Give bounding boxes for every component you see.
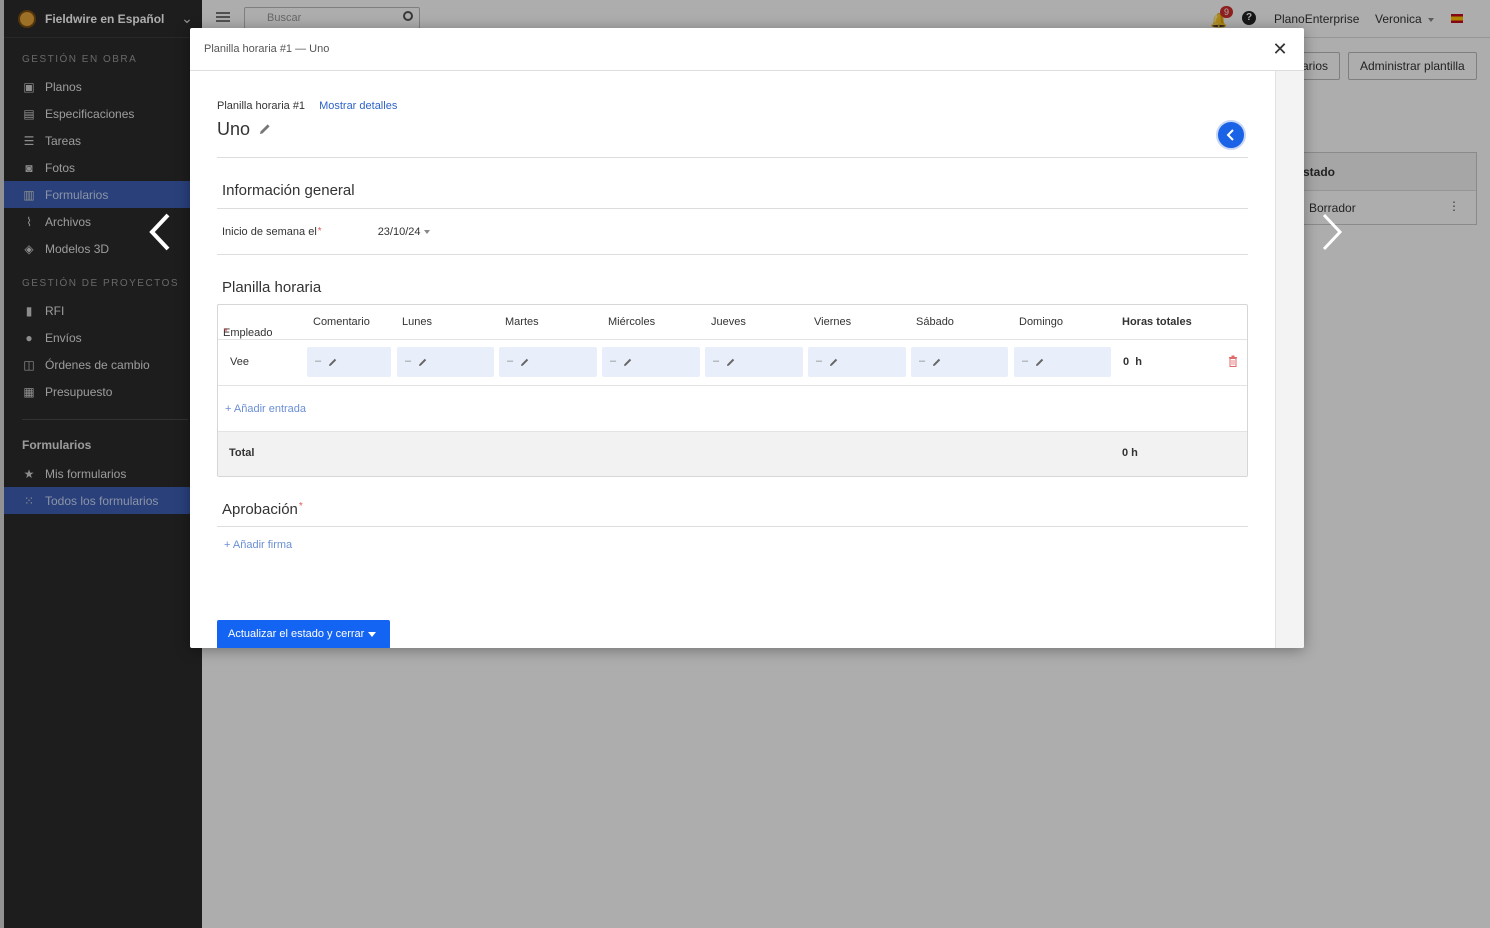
saturday-cell[interactable]: – xyxy=(911,347,1008,377)
timesheet-table: Empleado * Comentario Lunes Martes Miérco… xyxy=(217,304,1248,477)
tuesday-cell[interactable]: – xyxy=(499,347,597,377)
cell-placeholder: – xyxy=(610,355,617,367)
next-arrow[interactable] xyxy=(1318,212,1346,252)
collapse-panel-button[interactable] xyxy=(1216,120,1246,150)
close-icon[interactable]: ✕ xyxy=(1270,39,1290,59)
chevron-left-icon xyxy=(1226,129,1234,141)
approval-title: Aprobación* xyxy=(217,501,1248,518)
caret-down-icon xyxy=(368,632,377,637)
form-title: Uno xyxy=(217,118,251,139)
trash-icon[interactable] xyxy=(1228,355,1238,367)
pencil-icon xyxy=(933,358,941,366)
week-start-label-text: Inicio de semana el xyxy=(222,225,317,238)
add-signature-link[interactable]: + Añadir firma xyxy=(217,539,1248,551)
pencil-icon xyxy=(624,358,632,366)
column-header-horas-totales: Horas totales xyxy=(1122,316,1192,328)
cell-placeholder: – xyxy=(919,355,926,367)
column-header-viernes: Viernes xyxy=(814,316,852,328)
cell-placeholder: – xyxy=(507,355,514,367)
timesheet-modal: Planilla horaria #1 — Uno ✕ Planilla hor… xyxy=(190,28,1304,648)
add-entry-link[interactable]: + Añadir entrada xyxy=(218,386,1247,432)
cell-placeholder: – xyxy=(713,355,720,367)
week-start-label: Inicio de semana el* xyxy=(222,226,322,238)
comment-cell[interactable]: – xyxy=(307,347,391,377)
update-status-close-button[interactable]: Actualizar el estado y cerrar xyxy=(217,620,391,648)
column-header-martes: Martes xyxy=(505,316,539,328)
total-value: 0 h xyxy=(1122,447,1138,459)
modal-header-title: Planilla horaria #1 — Uno xyxy=(204,43,330,55)
table-header-row: Empleado * Comentario Lunes Martes Miérco… xyxy=(218,305,1247,340)
previous-arrow[interactable] xyxy=(146,212,174,252)
pencil-icon xyxy=(1036,358,1044,366)
divider xyxy=(217,526,1248,527)
required-asterisk: * xyxy=(224,327,228,338)
update-status-close-label: Actualizar el estado y cerrar xyxy=(228,628,365,640)
row-total-hours: 0 h xyxy=(1123,356,1142,368)
monday-cell[interactable]: – xyxy=(397,347,494,377)
total-label: Total xyxy=(229,447,255,459)
week-start-row: Inicio de semana el* 23/10/24 xyxy=(217,209,1248,254)
column-label: Empleado xyxy=(223,327,273,339)
cell-placeholder: – xyxy=(1022,355,1029,367)
pencil-icon xyxy=(727,358,735,366)
pencil-icon xyxy=(830,358,838,366)
chevron-right-icon xyxy=(1322,213,1343,251)
table-row: Vee – – – – – – – – 0 h xyxy=(218,340,1247,386)
friday-cell[interactable]: – xyxy=(808,347,906,377)
required-asterisk: * xyxy=(317,225,322,237)
pencil-icon[interactable] xyxy=(258,122,272,136)
modal-header: Planilla horaria #1 — Uno xyxy=(190,28,1304,71)
pencil-icon xyxy=(521,358,529,366)
pencil-icon xyxy=(329,358,337,366)
approval-title-text: Aprobación xyxy=(222,501,298,518)
show-details-link[interactable]: Mostrar detalles xyxy=(319,100,397,112)
cell-placeholder: – xyxy=(816,355,823,367)
side-panel-rail xyxy=(1275,71,1304,648)
total-row: Total 0 h xyxy=(218,432,1247,476)
page-title: Uno xyxy=(217,118,1248,140)
modal-body: Planilla horaria #1 Mostrar detalles Uno… xyxy=(217,71,1248,648)
week-start-value: 23/10/24 xyxy=(377,225,421,238)
cell-placeholder: – xyxy=(315,355,322,367)
column-header-lunes: Lunes xyxy=(402,316,432,328)
column-header-domingo: Domingo xyxy=(1019,316,1064,328)
sunday-cell[interactable]: – xyxy=(1014,347,1111,377)
column-header-jueves: Jueves xyxy=(711,316,746,328)
pencil-icon xyxy=(419,358,427,366)
timesheet-title: Planilla horaria xyxy=(222,279,322,296)
breadcrumb: Planilla horaria #1 Mostrar detalles xyxy=(217,100,1248,112)
form-number: Planilla horaria #1 xyxy=(217,100,306,112)
divider xyxy=(217,254,1248,255)
week-start-date-picker[interactable]: 23/10/24 xyxy=(378,226,430,238)
divider xyxy=(217,157,1248,158)
caret-down-icon xyxy=(423,229,430,234)
column-header-miercoles: Miércoles xyxy=(608,316,656,328)
chevron-left-icon xyxy=(149,213,170,251)
column-header-sabado: Sábado xyxy=(916,316,954,328)
employee-name[interactable]: Vee xyxy=(230,356,249,368)
cell-placeholder: – xyxy=(405,355,412,367)
wednesday-cell[interactable]: – xyxy=(602,347,700,377)
required-asterisk: * xyxy=(298,501,303,512)
column-header-comentario: Comentario xyxy=(313,316,370,328)
thursday-cell[interactable]: – xyxy=(705,347,803,377)
general-info-title: Información general xyxy=(222,182,355,199)
